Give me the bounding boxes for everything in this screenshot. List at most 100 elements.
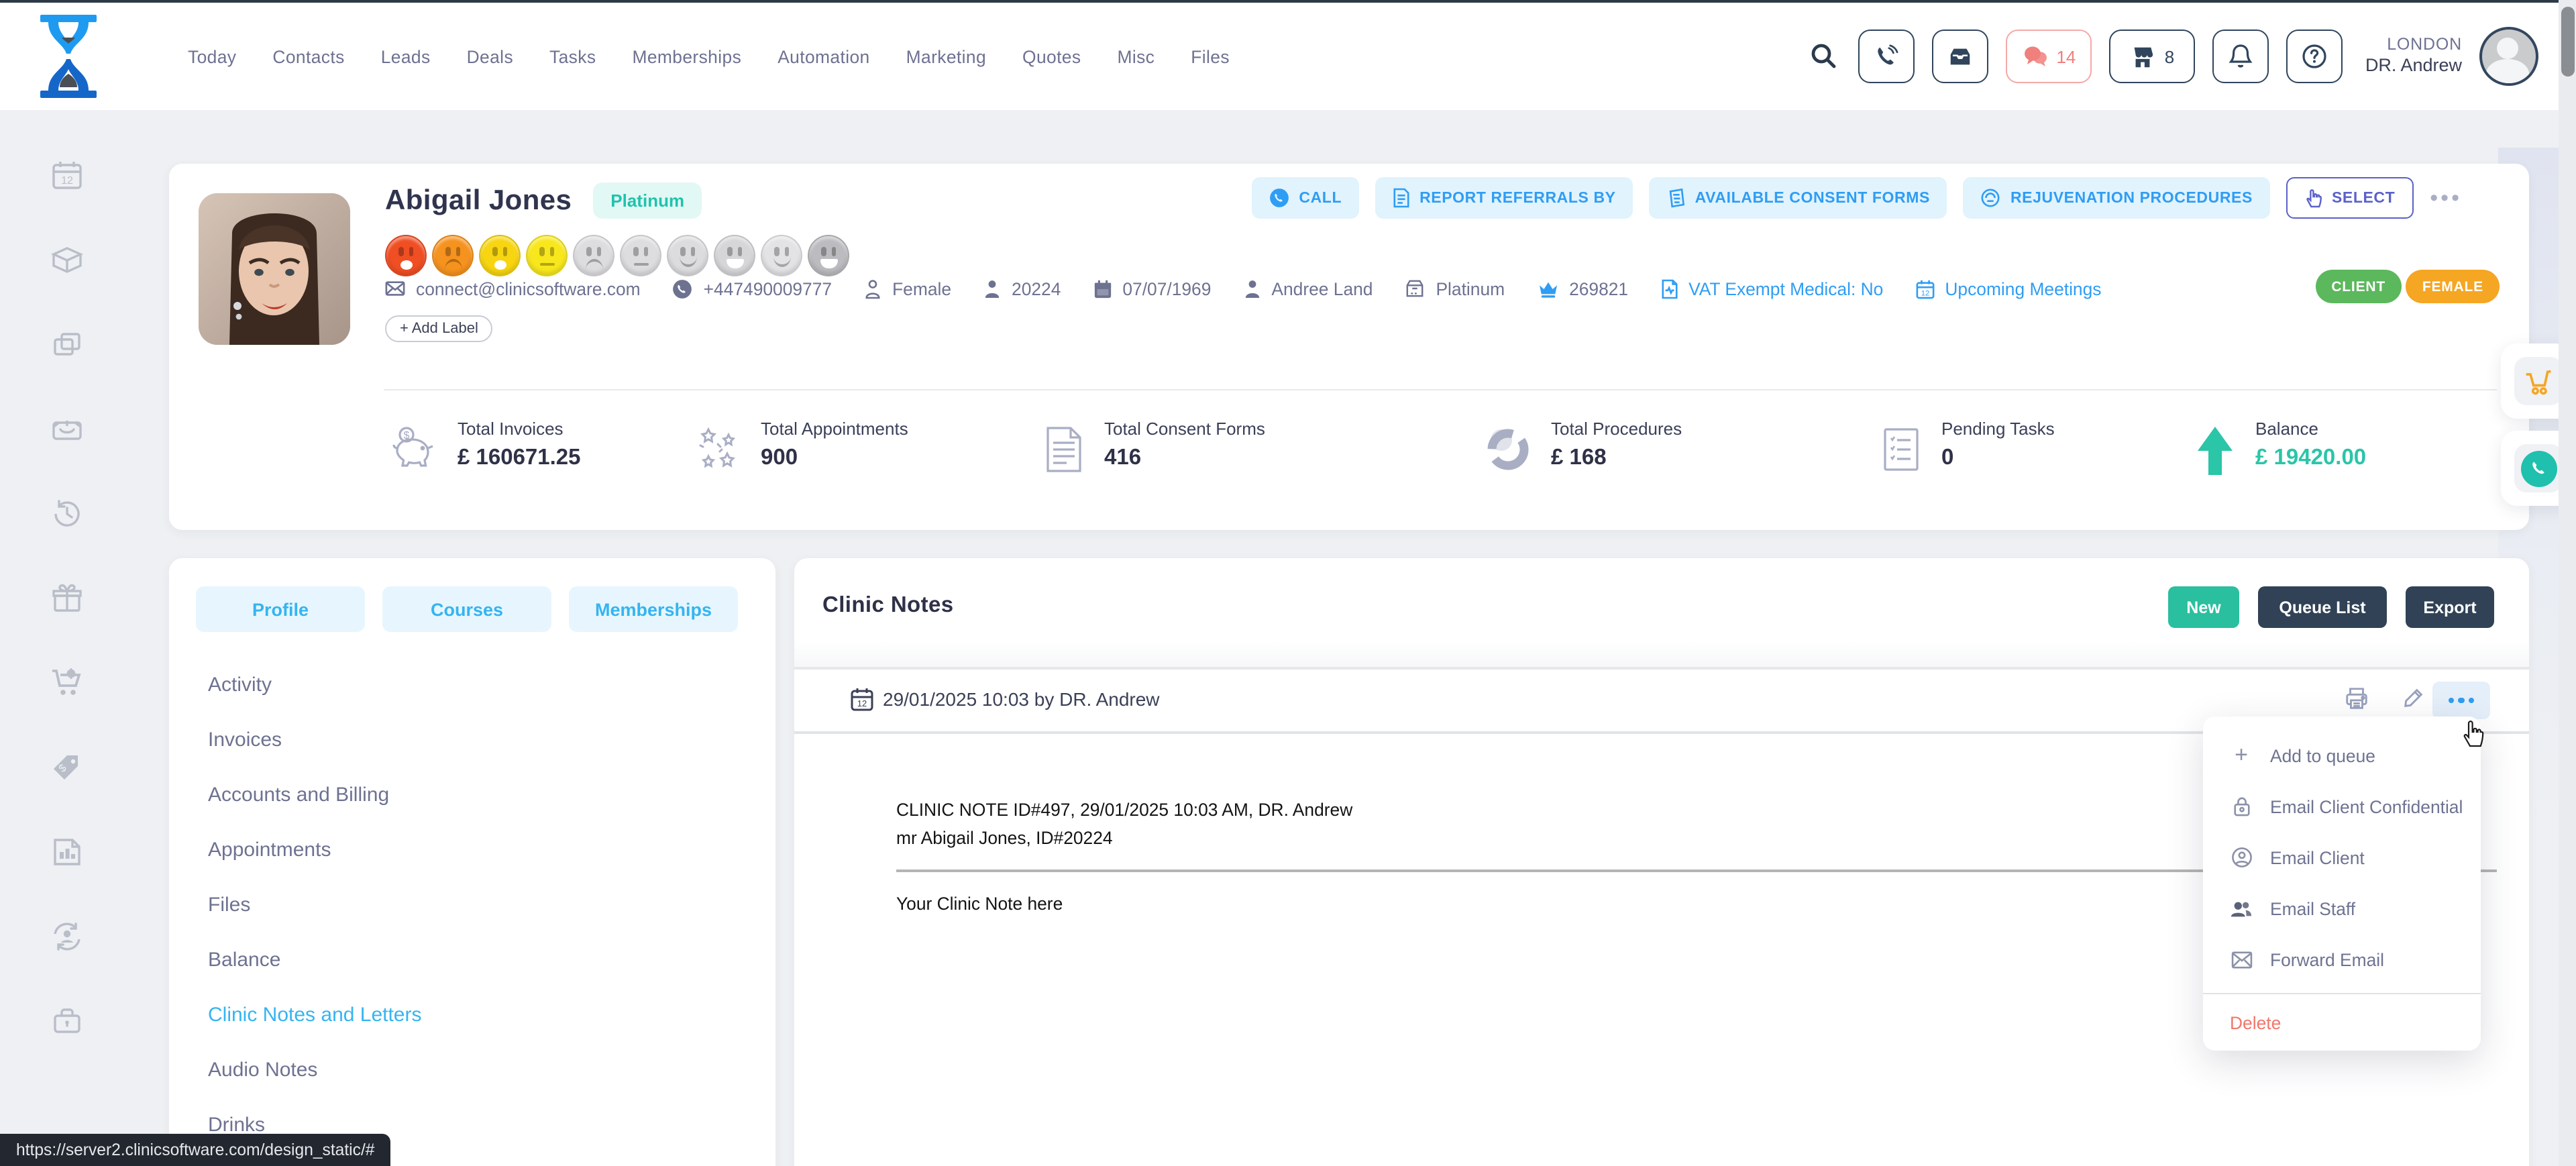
note-line2: mr Abigail Jones, ID#20224 xyxy=(896,828,1113,848)
gift-icon[interactable] xyxy=(50,581,85,616)
document-icon xyxy=(1660,278,1678,299)
add-label-button[interactable]: + Add Label xyxy=(385,315,493,342)
sidebar-menu-item[interactable]: Audio Notes xyxy=(169,1043,775,1098)
cart-button[interactable] xyxy=(2514,357,2563,405)
tab-courses[interactable]: Courses xyxy=(382,586,551,632)
user-block[interactable]: LONDON DR. Andrew xyxy=(2365,35,2462,78)
gender-field: Female xyxy=(864,278,951,299)
report-icon[interactable] xyxy=(50,835,85,869)
pos-smile-icon[interactable] xyxy=(50,412,85,447)
menu-item-email-client-confidential[interactable]: Email Client Confidential xyxy=(2203,781,2481,832)
archive-icon xyxy=(1405,279,1425,298)
person-sync-icon[interactable] xyxy=(50,919,85,954)
phone-icon xyxy=(2520,450,2557,486)
select-button[interactable]: SELECT xyxy=(2286,177,2414,219)
search-icon[interactable] xyxy=(1809,42,1838,71)
price-tag-icon[interactable]: $ xyxy=(50,750,85,785)
nav-item[interactable]: Memberships xyxy=(632,46,741,66)
clinicsoftware-logo[interactable] xyxy=(36,15,101,98)
nav-item[interactable]: Automation xyxy=(777,46,869,66)
menu-item-forward-email[interactable]: Forward Email xyxy=(2203,934,2481,985)
piggy-bank-icon: $ xyxy=(389,424,440,472)
mood-face[interactable] xyxy=(479,235,521,276)
rejuvenation-button[interactable]: REJUVENATION PROCEDURES xyxy=(1964,177,2270,219)
app-window: Today Contacts Leads Deals Tasks Memberships A… xyxy=(0,0,2576,1166)
printer-icon[interactable] xyxy=(2344,686,2369,711)
mood-face[interactable] xyxy=(761,235,802,276)
mood-face[interactable] xyxy=(620,235,661,276)
consent-forms-button[interactable]: AVAILABLE CONSENT FORMS xyxy=(1650,177,1947,219)
nav-item[interactable]: Misc xyxy=(1117,46,1155,66)
queue-list-button[interactable]: Queue List xyxy=(2258,586,2387,628)
scrollbar-track[interactable] xyxy=(2559,0,2576,1166)
page-title: Clinic Notes xyxy=(822,593,954,619)
nav-item[interactable]: Contacts xyxy=(272,46,344,66)
user-avatar[interactable] xyxy=(2479,27,2538,86)
tab-memberships[interactable]: Memberships xyxy=(569,586,738,632)
sidebar-menu-item[interactable]: Activity xyxy=(169,657,775,712)
menu-item-email-client[interactable]: Email Client xyxy=(2203,832,2481,883)
donut-chart-icon xyxy=(1483,424,1534,475)
notifications-button[interactable] xyxy=(2212,30,2269,83)
tier-badge: Platinum xyxy=(593,182,702,219)
messages-button[interactable]: 14 xyxy=(2006,30,2092,83)
pencil-icon[interactable] xyxy=(2402,686,2426,710)
mood-face[interactable] xyxy=(526,235,568,276)
lock-icon xyxy=(2230,796,2253,817)
sidebar-menu-item[interactable]: Appointments xyxy=(169,823,775,878)
store-count: 8 xyxy=(2165,46,2174,66)
report-referrals-button[interactable]: REPORT REFERRALS BY xyxy=(1375,177,1633,219)
nav-item[interactable]: Files xyxy=(1191,46,1230,66)
loyalty-field: 269821 xyxy=(1537,278,1628,299)
user-location: LONDON xyxy=(2365,35,2462,56)
nav-item[interactable]: Marketing xyxy=(906,46,986,66)
svg-text:12: 12 xyxy=(857,698,867,708)
lock-case-icon[interactable] xyxy=(50,1004,85,1039)
nav-item[interactable]: Quotes xyxy=(1022,46,1081,66)
export-button[interactable]: Export xyxy=(2406,586,2494,628)
new-note-button[interactable]: New xyxy=(2168,586,2239,628)
nav-item[interactable]: Leads xyxy=(381,46,431,66)
package-icon[interactable] xyxy=(50,243,85,278)
email-field[interactable]: connect@clinicsoftware.com xyxy=(385,278,641,299)
tab-profile[interactable]: Profile xyxy=(196,586,365,632)
nav-item[interactable]: Deals xyxy=(467,46,513,66)
mood-face[interactable] xyxy=(573,235,614,276)
sidebar-menu-item[interactable]: Files xyxy=(169,878,775,933)
sidebar-menu-item[interactable]: Balance xyxy=(169,933,775,988)
cart-icon[interactable] xyxy=(50,666,85,700)
sidebar-menu-item[interactable]: Clinic Notes and Letters xyxy=(169,988,775,1043)
store-button[interactable]: 8 xyxy=(2109,30,2195,83)
vat-exempt-link[interactable]: VAT Exempt Medical: No xyxy=(1660,278,1883,299)
menu-item-delete[interactable]: Delete xyxy=(2203,994,2481,1051)
calendar-icon[interactable]: 12 xyxy=(50,158,85,193)
menu-item-add-to-queue[interactable]: + Add to queue xyxy=(2203,730,2481,781)
mood-face[interactable] xyxy=(432,235,474,276)
nav-item[interactable]: Tasks xyxy=(549,46,596,66)
copy-icon[interactable] xyxy=(50,327,85,362)
call-button[interactable]: CALL xyxy=(1252,177,1359,219)
nav-item[interactable]: Today xyxy=(188,46,236,66)
more-actions-icon[interactable]: ••• xyxy=(2430,187,2462,209)
inbox-button[interactable] xyxy=(1932,30,1988,83)
dob-field: 07/07/1969 xyxy=(1093,278,1211,299)
call-button[interactable] xyxy=(2514,444,2563,492)
help-button[interactable] xyxy=(2286,30,2343,83)
phone-field[interactable]: +447490009777 xyxy=(673,278,832,299)
mood-face[interactable] xyxy=(808,235,849,276)
mood-face[interactable] xyxy=(385,235,427,276)
status-url-tooltip: https://server2.clinicsoftware.com/desig… xyxy=(0,1134,390,1166)
phone-button[interactable] xyxy=(1858,30,1915,83)
sidebar-menu-item[interactable]: Accounts and Billing xyxy=(169,767,775,823)
mood-face[interactable] xyxy=(714,235,755,276)
envelope-icon xyxy=(385,280,405,297)
history-icon[interactable] xyxy=(50,496,85,531)
mood-face[interactable] xyxy=(667,235,708,276)
crown-icon xyxy=(1537,280,1558,297)
note-more-button[interactable] xyxy=(2432,682,2490,719)
stat-label: Total Appointments xyxy=(761,419,908,439)
upcoming-meetings-link[interactable]: 12 Upcoming Meetings xyxy=(1915,278,2101,299)
scrollbar-thumb[interactable] xyxy=(2561,7,2574,76)
menu-item-email-staff[interactable]: Email Staff xyxy=(2203,883,2481,934)
sidebar-menu-item[interactable]: Invoices xyxy=(169,712,775,767)
